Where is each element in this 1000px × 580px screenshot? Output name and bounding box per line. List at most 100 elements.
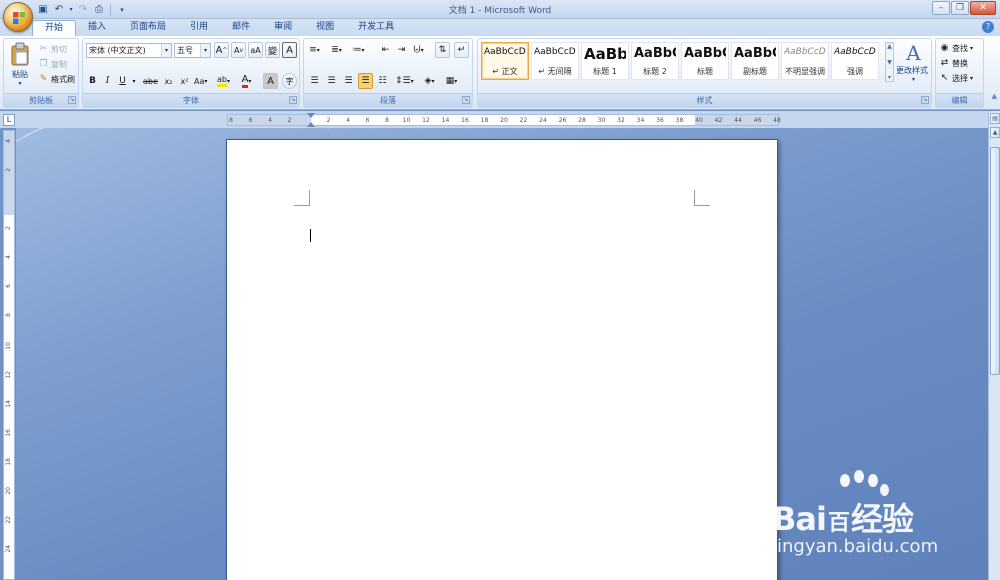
restore-button[interactable]: ❐ bbox=[951, 1, 969, 15]
change-styles-button[interactable]: A 更改样式 ▾ bbox=[896, 41, 931, 91]
clipboard-launcher-icon[interactable]: ↘ bbox=[68, 96, 76, 104]
gallery-down-icon[interactable]: ▼ bbox=[887, 59, 892, 66]
vertical-ruler[interactable]: 4 2 2 4 6 8 10 12 14 16 18 20 22 24 bbox=[3, 130, 15, 580]
justify-button[interactable]: ☰ bbox=[358, 73, 373, 89]
paste-button[interactable]: 粘贴 ▾ bbox=[7, 42, 33, 92]
paragraph-launcher-icon[interactable]: ↘ bbox=[462, 96, 470, 104]
minimize-button[interactable]: – bbox=[932, 1, 950, 15]
font-name-combo[interactable]: 宋体 (中文正文) ▾ bbox=[86, 43, 172, 58]
ruler-tick: 8 bbox=[385, 117, 389, 124]
scroll-up-icon[interactable]: ▲ bbox=[990, 127, 1000, 138]
styles-launcher-icon[interactable]: ↘ bbox=[921, 96, 929, 104]
copy-button[interactable]: ❐ 复制 bbox=[38, 58, 67, 71]
align-left-button[interactable]: ☰ bbox=[307, 73, 322, 89]
style-item-4[interactable]: AaBbC 标题 bbox=[681, 42, 729, 80]
clear-format-button[interactable]: aA bbox=[248, 42, 263, 58]
superscript-button[interactable]: x² bbox=[177, 73, 192, 89]
highlight-button[interactable]: ab ▾ bbox=[216, 73, 231, 89]
ruler-tick: 4 bbox=[268, 117, 272, 124]
scrollbar-thumb[interactable] bbox=[990, 147, 1000, 375]
cut-button[interactable]: ✂ 剪切 bbox=[38, 43, 67, 56]
tab-1[interactable]: 插入 bbox=[76, 20, 118, 36]
font-size-combo[interactable]: 五号 ▾ bbox=[174, 43, 211, 58]
underline-button[interactable]: U bbox=[115, 73, 130, 89]
style-item-1[interactable]: AaBbCcDd ↵ 无间隔 bbox=[531, 42, 579, 80]
change-case-label: Aa bbox=[194, 76, 205, 86]
gallery-scroll: ▲ ▼ ▾ bbox=[885, 42, 894, 82]
bold-button[interactable]: B bbox=[85, 73, 100, 89]
font-color-button[interactable]: A ▾ bbox=[239, 73, 254, 89]
tab-3[interactable]: 引用 bbox=[178, 20, 220, 36]
help-icon[interactable]: ? bbox=[982, 21, 994, 33]
style-name: ↵ 无间隔 bbox=[538, 67, 572, 76]
show-marks-button[interactable]: ↵ bbox=[454, 42, 469, 58]
phonetic-guide-button[interactable]: 變 bbox=[265, 42, 280, 58]
gallery-more-icon[interactable]: ▾ bbox=[888, 74, 891, 81]
chinese-layout-icon: ⨄ bbox=[413, 45, 421, 55]
character-border-button[interactable]: A bbox=[282, 42, 297, 58]
italic-button[interactable]: I bbox=[100, 73, 115, 89]
decrease-indent-button[interactable]: ⇤ bbox=[378, 42, 393, 58]
select-button[interactable]: ↖ 选择 ▾ bbox=[939, 72, 973, 85]
style-item-0[interactable]: AaBbCcDd ↵ 正文 bbox=[481, 42, 529, 80]
ruler-tick: 38 bbox=[675, 117, 684, 124]
minimize-ribbon-icon[interactable]: ▲ bbox=[992, 92, 997, 100]
change-case-button[interactable]: Aa ▾ bbox=[193, 73, 208, 89]
distributed-button[interactable]: ☷ bbox=[375, 73, 390, 89]
ruler-tick: 6 bbox=[365, 117, 370, 124]
align-right-button[interactable]: ☰ bbox=[341, 73, 356, 89]
style-item-6[interactable]: AaBbCcDd 不明显强调 bbox=[781, 42, 829, 80]
font-size-dropdown-icon[interactable]: ▾ bbox=[200, 44, 210, 57]
borders-button[interactable]: ▦ ▾ bbox=[444, 73, 459, 89]
style-item-3[interactable]: AaBbC 标题 2 bbox=[631, 42, 679, 80]
tab-6[interactable]: 视图 bbox=[304, 20, 346, 36]
grow-font-button[interactable]: A ^ bbox=[214, 42, 229, 58]
tab-2[interactable]: 页面布局 bbox=[118, 20, 178, 36]
underline-dropdown-icon[interactable]: ▾ bbox=[130, 73, 138, 89]
line-spacing-button[interactable]: ⇕☰ ▾ bbox=[394, 73, 415, 89]
horizontal-ruler[interactable]: 8 6 4 2 2 4 6 8 10 12 14 16 18 20 22 24 26 28 30 32 34 36 38 40… bbox=[227, 113, 781, 127]
tab-5[interactable]: 审阅 bbox=[262, 20, 304, 36]
align-right-icon: ☰ bbox=[344, 76, 353, 86]
font-name-dropdown-icon[interactable]: ▾ bbox=[161, 44, 171, 57]
font-launcher-icon[interactable]: ↘ bbox=[289, 96, 297, 104]
watermark-brand: Bai百经验 bbox=[772, 494, 914, 540]
shrink-font-button[interactable]: Av bbox=[231, 42, 246, 58]
character-shading-button[interactable]: A bbox=[263, 73, 278, 89]
find-button[interactable]: ◉ 查找 ▾ bbox=[939, 42, 973, 55]
text-cursor bbox=[310, 229, 311, 242]
tab-7[interactable]: 开发工具 bbox=[346, 20, 406, 36]
replace-button[interactable]: ⇄ 替换 bbox=[939, 57, 968, 70]
paragraph-shading-button[interactable]: ◈ ▾ bbox=[422, 73, 437, 89]
bullets-button[interactable]: ≡ ▾ bbox=[307, 42, 322, 58]
strikethrough-button[interactable]: abe bbox=[142, 73, 159, 89]
numbering-button[interactable]: ≣ ▾ bbox=[329, 42, 344, 58]
format-painter-label: 格式刷 bbox=[51, 75, 75, 84]
align-center-button[interactable]: ☰ bbox=[324, 73, 339, 89]
multilevel-list-button[interactable]: ≔ ▾ bbox=[351, 42, 366, 58]
styles-group: AaBbCcDd ↵ 正文 AaBbCcDd ↵ 无间隔 AaBb 标题 1 AaBbC 标题… bbox=[477, 38, 932, 108]
bullet-list-icon: ≡ bbox=[309, 45, 317, 55]
hanging-indent-marker[interactable] bbox=[307, 122, 315, 127]
style-item-5[interactable]: AaBbC 副标题 bbox=[731, 42, 779, 80]
office-button[interactable] bbox=[3, 2, 33, 32]
chinese-layout-button[interactable]: ⨄ ▾ bbox=[411, 42, 426, 58]
sort-button[interactable]: ⇅ bbox=[435, 42, 450, 58]
document-page[interactable] bbox=[226, 139, 778, 580]
tab-4[interactable]: 邮件 bbox=[220, 20, 262, 36]
strikethrough-label: abe bbox=[143, 76, 158, 86]
enclose-characters-label: 字 bbox=[285, 76, 294, 86]
style-item-7[interactable]: AaBbCcDd 强调 bbox=[831, 42, 879, 80]
paste-dropdown-icon[interactable]: ▾ bbox=[7, 80, 33, 87]
style-item-2[interactable]: AaBb 标题 1 bbox=[581, 42, 629, 80]
increase-indent-button[interactable]: ⇥ bbox=[394, 42, 409, 58]
gallery-up-icon[interactable]: ▲ bbox=[887, 43, 892, 50]
format-painter-button[interactable]: ✎ 格式刷 bbox=[38, 73, 75, 86]
first-line-indent-marker[interactable] bbox=[307, 113, 315, 118]
tab-selector-button[interactable]: L bbox=[3, 114, 15, 126]
ruler-toggle-icon[interactable]: ▤ bbox=[990, 113, 1000, 124]
enclose-characters-button[interactable]: 字 bbox=[282, 73, 297, 89]
tab-0[interactable]: 开始 bbox=[32, 20, 77, 36]
subscript-button[interactable]: x₂ bbox=[161, 73, 176, 89]
close-button[interactable]: ✕ bbox=[970, 1, 996, 15]
